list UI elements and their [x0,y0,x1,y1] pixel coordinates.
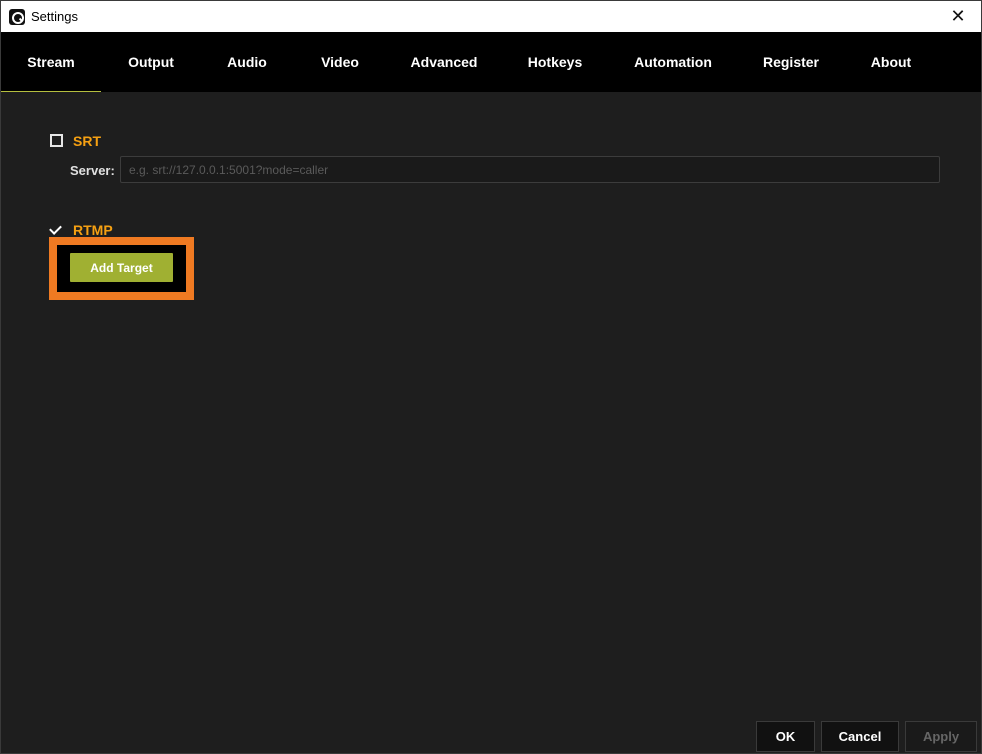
tab-about[interactable]: About [845,32,937,92]
app-logo-icon [9,9,25,25]
server-label: Server: [70,163,115,178]
srt-checkbox[interactable] [50,134,63,147]
srt-server-input[interactable] [120,156,940,183]
tab-register[interactable]: Register [737,32,845,92]
tab-advanced[interactable]: Advanced [387,32,501,92]
rtmp-checkbox[interactable] [50,223,63,236]
srt-label: SRT [73,133,101,149]
tab-output[interactable]: Output [101,32,201,92]
settings-window: Settings ✕ Stream Output Audio Video Adv… [0,0,982,754]
tab-automation[interactable]: Automation [609,32,737,92]
add-target-button[interactable]: Add Target [70,253,173,282]
rtmp-label: RTMP [73,222,113,238]
tab-hotkeys[interactable]: Hotkeys [501,32,609,92]
stream-settings-panel: SRT Server: RTMP Add Target [1,92,981,702]
window-title: Settings [31,9,78,24]
cancel-button[interactable]: Cancel [821,721,899,752]
close-button[interactable]: ✕ [935,1,981,32]
tab-bar: Stream Output Audio Video Advanced Hotke… [1,32,981,92]
apply-button[interactable]: Apply [905,721,977,752]
tab-video[interactable]: Video [293,32,387,92]
tab-audio[interactable]: Audio [201,32,293,92]
tab-stream[interactable]: Stream [1,32,101,92]
ok-button[interactable]: OK [756,721,815,752]
title-bar: Settings ✕ [1,1,981,32]
